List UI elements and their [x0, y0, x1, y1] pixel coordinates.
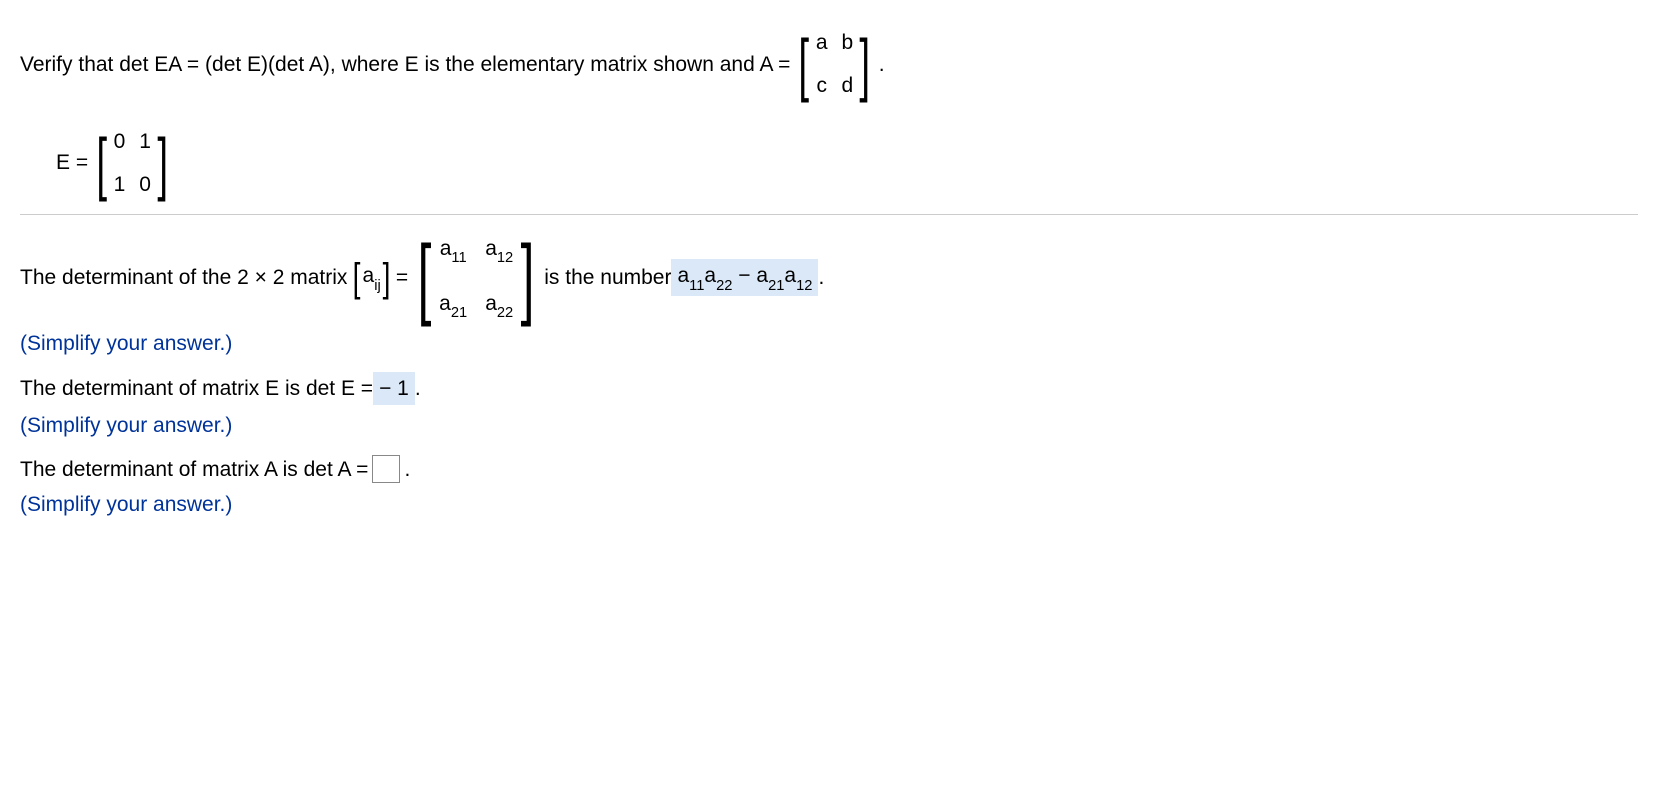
matrix-E-definition: E = [ 0 1 1 0 ]	[56, 127, 1638, 200]
right-bracket-icon: ]	[382, 258, 390, 298]
aij-a: a	[363, 264, 375, 287]
step2-answer: − 1	[373, 372, 415, 405]
step3-row: The determinant of matrix A is det A = .	[20, 455, 1638, 484]
simplify-instruction: (Simplify your answer.)	[20, 411, 1638, 440]
matrix-cell: 1	[139, 127, 151, 156]
question-text: Verify that det EA = (det E)(det A), whe…	[20, 50, 790, 79]
step2-prefix: The determinant of matrix E is det E =	[20, 374, 373, 403]
simplify-instruction: (Simplify your answer.)	[20, 329, 1638, 358]
matrix-cell: a22	[485, 289, 513, 322]
matrix-E: [ 0 1 1 0 ]	[92, 127, 172, 200]
left-bracket-icon: [	[799, 29, 810, 99]
matrix-cell: a21	[439, 289, 467, 322]
period: .	[879, 50, 885, 79]
left-bracket-icon: [	[96, 128, 107, 198]
generic-matrix: [ a11 a12 a21 a22 ]	[412, 233, 540, 323]
matrix-cell: a12	[485, 234, 513, 267]
divider	[20, 214, 1638, 215]
simplify-instruction: (Simplify your answer.)	[20, 490, 1638, 519]
left-bracket-icon: [	[418, 233, 432, 323]
equals: =	[396, 263, 408, 292]
matrix-cell: c	[816, 71, 828, 100]
matrix-A: [ a b c d ]	[794, 28, 874, 101]
matrix-cell: d	[842, 71, 854, 100]
matrix-cell: 0	[114, 127, 126, 156]
matrix-cell: b	[842, 28, 854, 57]
period: .	[818, 263, 824, 292]
aij-sub: ij	[374, 278, 381, 294]
matrix-cell: a	[816, 28, 828, 57]
aij-bracket: [ aij ]	[351, 258, 391, 298]
period: .	[415, 374, 421, 403]
left-bracket-icon: [	[353, 258, 361, 298]
period: .	[404, 455, 410, 484]
right-bracket-icon: ]	[860, 29, 871, 99]
right-bracket-icon: ]	[521, 233, 535, 323]
step1-prefix: The determinant of the 2 × 2 matrix	[20, 263, 347, 292]
E-label: E =	[56, 148, 88, 177]
answer-input[interactable]	[372, 455, 400, 483]
matrix-cell: a11	[439, 234, 467, 267]
step1-answer: a11a22 − a21a12	[671, 259, 818, 296]
right-bracket-icon: ]	[157, 128, 168, 198]
question-statement: Verify that det EA = (det E)(det A), whe…	[20, 28, 1638, 101]
step1-row: The determinant of the 2 × 2 matrix [ ai…	[20, 233, 1638, 323]
step1-mid: is the number	[544, 263, 671, 292]
matrix-cell: 1	[114, 170, 126, 199]
step3-prefix: The determinant of matrix A is det A =	[20, 455, 368, 484]
matrix-cell: 0	[139, 170, 151, 199]
step2-row: The determinant of matrix E is det E = −…	[20, 372, 1638, 405]
